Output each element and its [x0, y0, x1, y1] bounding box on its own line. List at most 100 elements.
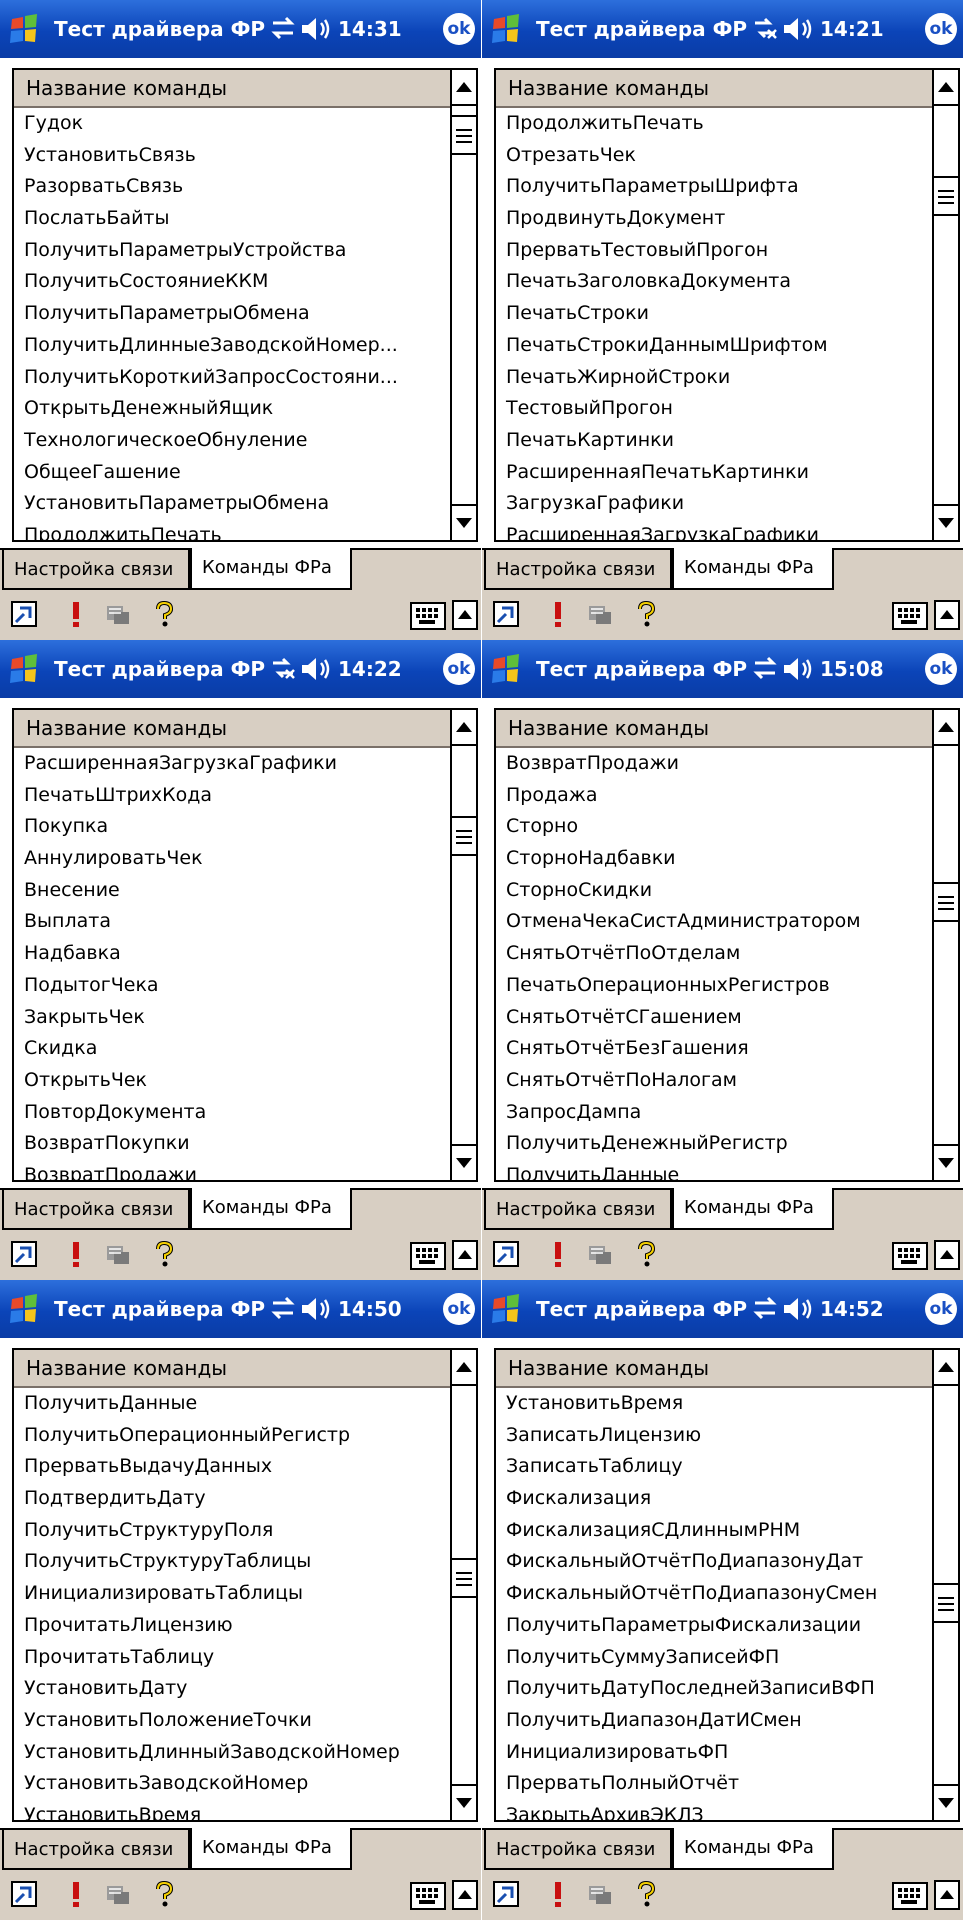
command-list-item[interactable]: Покупка — [14, 811, 450, 843]
scroll-thumb[interactable] — [452, 816, 476, 856]
command-list-item[interactable]: Внесение — [14, 875, 450, 907]
command-list-item[interactable]: СторноСкидки — [496, 875, 932, 907]
help-icon[interactable] — [150, 1880, 178, 1908]
scroll-down-button[interactable] — [452, 504, 476, 540]
connect-icon[interactable] — [10, 1880, 38, 1908]
connection-disconnected-icon[interactable] — [270, 654, 296, 682]
command-list-item[interactable]: Надбавка — [14, 938, 450, 970]
command-list-item[interactable]: ОткрытьЧек — [14, 1065, 450, 1097]
device-settings-icon[interactable] — [586, 1880, 614, 1908]
windows-start-icon[interactable] — [490, 653, 522, 685]
device-settings-icon[interactable] — [104, 600, 132, 628]
command-list-item[interactable]: ВозвратПродажи — [14, 1160, 450, 1180]
command-list-item[interactable]: ПечатьОперационныхРегистров — [496, 970, 932, 1002]
scroll-down-button[interactable] — [452, 1144, 476, 1180]
connect-icon[interactable] — [10, 600, 38, 628]
vertical-scrollbar[interactable] — [450, 710, 476, 1180]
device-settings-icon[interactable] — [104, 1880, 132, 1908]
command-list-item[interactable]: ФискальныйОтчётПоДиапазонуДат — [496, 1546, 932, 1578]
connect-icon[interactable] — [492, 1240, 520, 1268]
command-list-item[interactable]: ПрерватьВыдачуДанных — [14, 1451, 450, 1483]
command-list-item[interactable]: ВозвратПродажи — [496, 748, 932, 780]
keyboard-icon[interactable] — [410, 1242, 446, 1270]
connection-arrows-icon[interactable] — [270, 1294, 296, 1322]
scroll-down-button[interactable] — [452, 1784, 476, 1820]
command-list-item[interactable]: ОткрытьДенежныйЯщик — [14, 393, 450, 425]
command-list[interactable]: Название команды УстановитьВремя ЗаписатьЛ… — [494, 1348, 960, 1822]
input-panel-arrow-button[interactable] — [934, 1240, 960, 1270]
scroll-down-button[interactable] — [934, 1784, 958, 1820]
clock[interactable]: 15:08 — [820, 640, 884, 698]
vertical-scrollbar[interactable] — [932, 70, 958, 540]
command-list-item[interactable]: Выплата — [14, 906, 450, 938]
connection-disconnected-icon[interactable] — [752, 14, 778, 42]
command-list-item[interactable]: ПечатьШтрихКода — [14, 780, 450, 812]
connect-icon[interactable] — [10, 1240, 38, 1268]
tab-connection-settings[interactable]: Настройка связи — [2, 548, 190, 590]
connection-arrows-icon[interactable] — [270, 14, 296, 42]
vertical-scrollbar[interactable] — [450, 1350, 476, 1820]
command-list-item[interactable]: ПолучитьДиапазонДатИСмен — [496, 1705, 932, 1737]
command-list-item[interactable]: ПолучитьДанные — [496, 1160, 932, 1180]
keyboard-icon[interactable] — [892, 602, 928, 630]
scroll-thumb[interactable] — [934, 176, 958, 216]
command-list-item[interactable]: ПолучитьДанные — [14, 1388, 450, 1420]
command-list-item[interactable]: ОбщееГашение — [14, 457, 450, 489]
volume-icon[interactable] — [782, 654, 812, 684]
windows-start-icon[interactable] — [8, 653, 40, 685]
ok-button[interactable]: ok — [925, 1293, 957, 1325]
command-list-item[interactable]: УстановитьВремя — [14, 1800, 450, 1820]
command-list-item[interactable]: РазорватьСвязь — [14, 171, 450, 203]
column-header[interactable]: Название команды — [14, 710, 450, 748]
command-list-item[interactable]: СторноНадбавки — [496, 843, 932, 875]
command-list-item[interactable]: РасширеннаяЗагрузкаГрафики — [14, 748, 450, 780]
connect-icon[interactable] — [492, 1880, 520, 1908]
scroll-up-button[interactable] — [452, 70, 476, 106]
command-list-item[interactable]: ИнициализироватьТаблицы — [14, 1578, 450, 1610]
connect-icon[interactable] — [492, 600, 520, 628]
device-settings-icon[interactable] — [104, 1240, 132, 1268]
volume-icon[interactable] — [300, 14, 330, 44]
exclamation-icon[interactable] — [544, 1880, 572, 1908]
command-list-item[interactable]: РасширеннаяПечатьКартинки — [496, 457, 932, 489]
command-list-item[interactable]: ПечатьКартинки — [496, 425, 932, 457]
exclamation-icon[interactable] — [544, 600, 572, 628]
input-panel-arrow-button[interactable] — [452, 1240, 478, 1270]
command-list-item[interactable]: ПолучитьСуммуЗаписейФП — [496, 1642, 932, 1674]
command-list[interactable]: Название команды ПродолжитьПечать Отрезать… — [494, 68, 960, 542]
command-list-item[interactable]: ПечатьЖирнойСтроки — [496, 362, 932, 394]
command-list-item[interactable]: ЗагрузкаГрафики — [496, 488, 932, 520]
command-list-item[interactable]: Сторно — [496, 811, 932, 843]
command-list-item[interactable]: ПолучитьСтруктуруТаблицы — [14, 1546, 450, 1578]
input-panel-arrow-button[interactable] — [934, 1880, 960, 1910]
command-list-item[interactable]: УстановитьДату — [14, 1673, 450, 1705]
windows-start-icon[interactable] — [490, 13, 522, 45]
connection-arrows-icon[interactable] — [752, 654, 778, 682]
tab-fr-commands[interactable]: Команды ФРа — [190, 548, 352, 590]
volume-icon[interactable] — [300, 654, 330, 684]
command-list-item[interactable]: ТестовыйПрогон — [496, 393, 932, 425]
column-header[interactable]: Название команды — [14, 70, 450, 108]
command-list-item[interactable]: УстановитьЗаводскойНомер — [14, 1768, 450, 1800]
windows-start-icon[interactable] — [8, 13, 40, 45]
command-list-item[interactable]: ПрочитатьЛицензию — [14, 1610, 450, 1642]
command-list-item[interactable]: ПродвинутьДокумент — [496, 203, 932, 235]
command-list-item[interactable]: ПодытогЧека — [14, 970, 450, 1002]
command-list-item[interactable]: СнятьОтчётПоОтделам — [496, 938, 932, 970]
command-list[interactable]: Название команды ВозвратПродажи Продажа Сто… — [494, 708, 960, 1182]
scroll-up-button[interactable] — [934, 1350, 958, 1386]
command-list-item[interactable]: ПодтвердитьДату — [14, 1483, 450, 1515]
input-panel-arrow-button[interactable] — [452, 1880, 478, 1910]
ok-button[interactable]: ok — [443, 653, 475, 685]
command-list-item[interactable]: ПечатьСтрокиДаннымШрифтом — [496, 330, 932, 362]
ok-button[interactable]: ok — [925, 653, 957, 685]
command-list-item[interactable]: ПолучитьПараметрыФискализации — [496, 1610, 932, 1642]
column-header[interactable]: Название команды — [496, 70, 932, 108]
tab-fr-commands[interactable]: Команды ФРа — [190, 1828, 352, 1870]
volume-icon[interactable] — [782, 14, 812, 44]
command-list-item[interactable]: ПолучитьДатуПоследнейЗаписиВФП — [496, 1673, 932, 1705]
command-list-item[interactable]: ПолучитьСтруктуруПоля — [14, 1515, 450, 1547]
ok-button[interactable]: ok — [443, 1293, 475, 1325]
command-list-item[interactable]: УстановитьПоложениеТочки — [14, 1705, 450, 1737]
device-settings-icon[interactable] — [586, 1240, 614, 1268]
